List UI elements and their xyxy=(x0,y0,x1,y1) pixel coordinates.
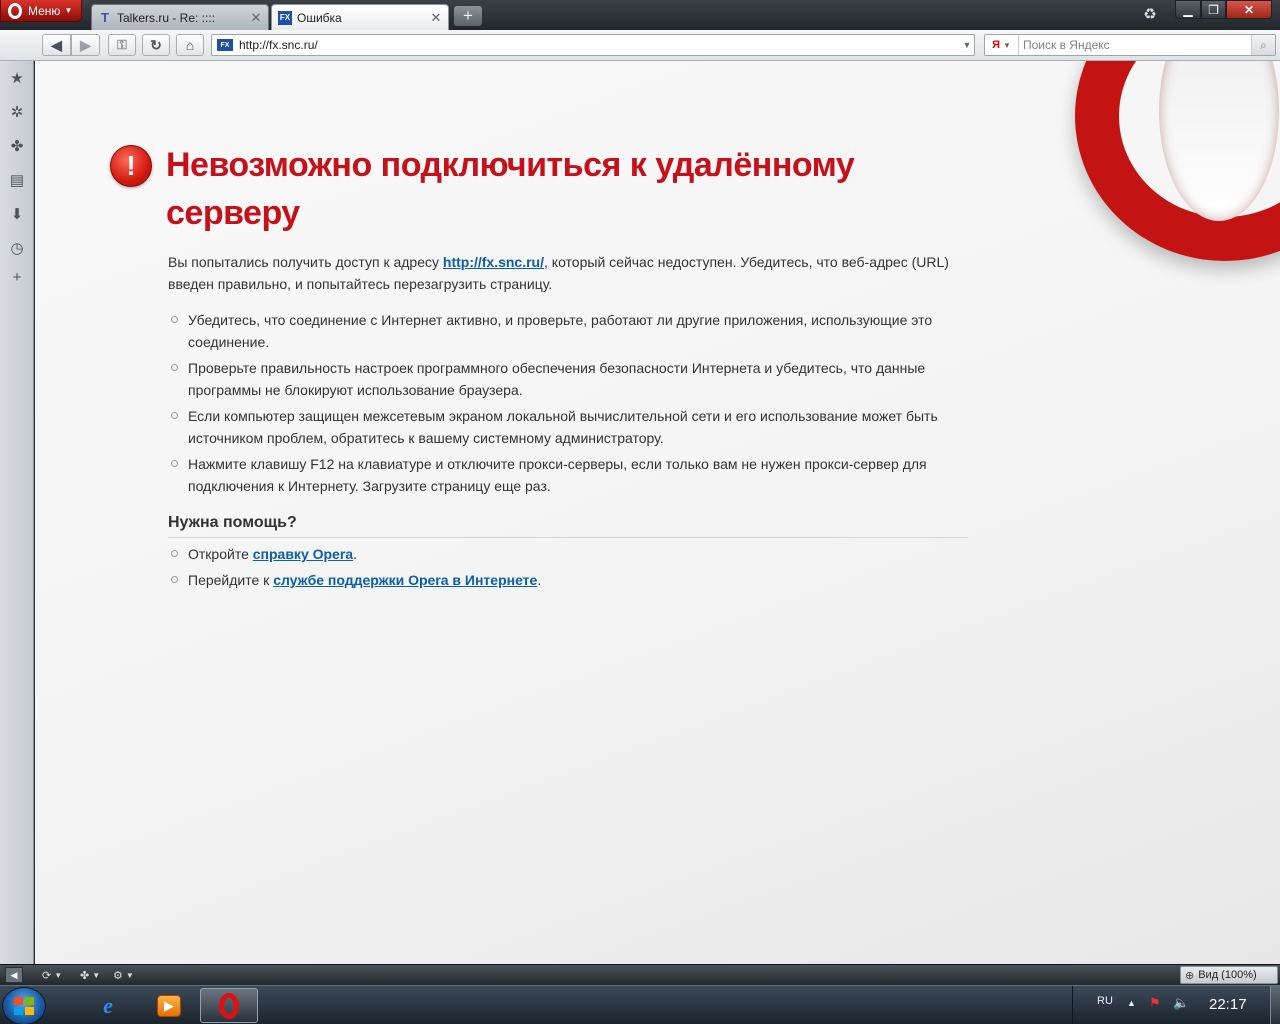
list-item: Если компьютер защищен межсетевым экрано… xyxy=(168,405,978,449)
home-button[interactable]: ⌂ xyxy=(176,34,204,56)
list-item: Проверьте правильность настроек программ… xyxy=(168,357,978,401)
action-center-flag-icon[interactable]: ⚑ xyxy=(1149,995,1161,1011)
site-favicon-icon: FX xyxy=(217,39,233,51)
chevron-down-icon[interactable]: ▼ xyxy=(960,40,974,50)
arrow-right-icon: ▶ xyxy=(80,36,91,53)
restore-button[interactable]: ❐ xyxy=(1201,0,1226,19)
troubleshooting-list: Убедитесь, что соединение с Интернет акт… xyxy=(168,309,978,501)
show-desktop-button[interactable] xyxy=(1270,986,1280,1024)
unite-icon[interactable]: ✤ xyxy=(8,137,26,155)
volume-icon[interactable]: 🔈 xyxy=(1173,995,1189,1011)
tab-title: Ошибка xyxy=(297,10,342,25)
help-text: Перейдите к xyxy=(188,572,274,588)
windows-logo-icon xyxy=(14,997,34,1015)
opera-turbo-button[interactable]: ⟳ ▼ xyxy=(42,967,62,983)
tab-error[interactable]: FX Ошибка ✕ xyxy=(271,4,449,30)
chevron-down-icon: ▼ xyxy=(125,970,134,980)
list-item: Убедитесь, что соединение с Интернет акт… xyxy=(168,309,978,353)
reload-button[interactable]: ↻ xyxy=(142,34,170,56)
zoom-label: Вид (100%) xyxy=(1198,969,1257,981)
search-input[interactable] xyxy=(1019,36,1251,54)
window-controls: ▁ ❐ ✕ xyxy=(1175,0,1272,19)
zoom-icon: ⊕ xyxy=(1185,969,1195,982)
tab-favicon-icon: FX xyxy=(278,10,292,25)
close-tab-icon[interactable]: ✕ xyxy=(248,10,264,26)
address-field[interactable]: FX http://fx.snc.ru/ ▼ xyxy=(211,34,975,56)
bookmarks-icon[interactable]: ★ xyxy=(8,69,26,87)
intro-text: Вы попытались получить доступ к адресу h… xyxy=(168,251,978,295)
language-indicator[interactable]: RU xyxy=(1097,995,1113,1007)
clock[interactable]: 22:17 xyxy=(1209,996,1247,1013)
key-icon: ⚿ xyxy=(117,37,127,52)
downloads-icon[interactable]: ⬇ xyxy=(8,205,26,223)
start-button[interactable] xyxy=(2,987,46,1024)
error-exclamation-icon: ! xyxy=(110,145,152,187)
help-list: Откройте справку Opera. Перейдите к служ… xyxy=(168,543,978,595)
chevron-down-icon: ▼ xyxy=(64,6,73,15)
panel-toggle-button[interactable]: ◀ xyxy=(5,967,23,983)
unite-icon: ✤ xyxy=(80,969,90,982)
list-item: Откройте справку Opera. xyxy=(168,543,978,565)
widgets-button[interactable]: ⚙ ▼ xyxy=(113,967,134,983)
tab-talkers[interactable]: T Talkers.ru - Re: :::: ✕ xyxy=(91,4,269,30)
trash-can-icon[interactable]: ♻ xyxy=(1141,5,1159,25)
side-panel-strip: ★ ✲ ✤ ▤ ⬇ ◷ + xyxy=(0,61,34,964)
yandex-icon: Я xyxy=(992,39,1000,51)
tab-bar: Меню ▼ T Talkers.ru - Re: :::: ✕ FX Ошиб… xyxy=(0,0,1280,30)
arrow-left-icon: ◀ xyxy=(51,36,62,53)
taskbar-media-player[interactable]: ▶ xyxy=(141,988,197,1023)
search-icon[interactable]: ⌕ xyxy=(1251,35,1275,55)
opera-menu-button[interactable]: Меню ▼ xyxy=(0,0,82,22)
turbo-icon: ⟳ xyxy=(42,969,52,982)
widgets-icon[interactable]: ✲ xyxy=(8,103,26,121)
opera-support-link[interactable]: службе поддержки Opera в Интернете xyxy=(273,572,537,588)
list-item: Перейдите к службе поддержки Opera в Инт… xyxy=(168,569,978,591)
notes-icon[interactable]: ▤ xyxy=(8,171,26,189)
history-icon[interactable]: ◷ xyxy=(8,239,26,257)
close-window-button[interactable]: ✕ xyxy=(1226,0,1272,19)
media-player-icon: ▶ xyxy=(157,994,181,1017)
minimize-button[interactable]: ▁ xyxy=(1175,0,1201,19)
status-bar: ◀ ⟳ ▼ ✤ ▼ ⚙ ▼ ⊕ Вид (100%) xyxy=(0,964,1280,985)
navigation-toolbar: ◀ ▶ ⚿ ↻ ⌂ FX http://fx.snc.ru/ ▼ Я ▼ ⌕ xyxy=(0,30,1280,61)
chevron-down-icon: ▼ xyxy=(92,970,101,980)
page-title: Невозможно подключиться к удалённому сер… xyxy=(166,146,855,232)
search-field: Я ▼ ⌕ xyxy=(984,34,1276,56)
list-item: Нажмите клавишу F12 на клавиатуре и откл… xyxy=(168,453,978,497)
url-text[interactable]: http://fx.snc.ru/ xyxy=(239,38,960,52)
url-link[interactable]: http://fx.snc.ru/ xyxy=(443,254,544,270)
page-content: ! Невозможно подключиться к удалённому с… xyxy=(35,61,1280,964)
close-tab-icon[interactable]: ✕ xyxy=(428,10,444,26)
opera-logo-icon xyxy=(8,2,22,19)
intro-text-before: Вы попытались получить доступ к адресу xyxy=(168,254,443,270)
chevron-down-icon: ▼ xyxy=(1002,40,1011,50)
internet-explorer-icon: e xyxy=(103,992,113,1018)
help-heading: Нужна помощь? xyxy=(168,514,968,538)
help-text: Откройте xyxy=(188,546,253,562)
reload-icon: ↻ xyxy=(150,36,162,53)
tab-title: Talkers.ru - Re: :::: xyxy=(117,10,216,25)
zoom-control[interactable]: ⊕ Вид (100%) xyxy=(1180,966,1278,984)
back-button[interactable]: ◀ xyxy=(42,34,71,56)
widgets-icon: ⚙ xyxy=(113,969,123,982)
menu-label: Меню xyxy=(28,3,61,18)
help-text: . xyxy=(353,546,357,562)
taskbar-internet-explorer[interactable]: e xyxy=(80,988,136,1023)
windows-taskbar: e ▶ RU ▲ ⚑ 🔈 22:17 xyxy=(0,985,1280,1024)
search-engine-selector[interactable]: Я ▼ xyxy=(985,35,1019,55)
new-tab-button[interactable]: + xyxy=(454,6,482,26)
help-text: . xyxy=(537,572,542,588)
taskbar-opera[interactable] xyxy=(200,988,258,1023)
opera-icon xyxy=(219,992,239,1019)
system-tray: RU ▲ ⚑ 🔈 22:17 xyxy=(1072,986,1280,1024)
home-icon: ⌂ xyxy=(185,37,195,53)
opera-help-link[interactable]: справку Opera xyxy=(253,546,353,562)
add-panel-icon[interactable]: + xyxy=(8,268,26,286)
opera-unite-button[interactable]: ✤ ▼ xyxy=(80,967,100,983)
tab-favicon-icon: T xyxy=(101,10,109,25)
chevron-up-icon[interactable]: ▲ xyxy=(1127,998,1136,1008)
forward-button[interactable]: ▶ xyxy=(71,34,100,56)
chevron-down-icon: ▼ xyxy=(54,970,63,980)
password-manager-button[interactable]: ⚿ xyxy=(108,34,136,56)
